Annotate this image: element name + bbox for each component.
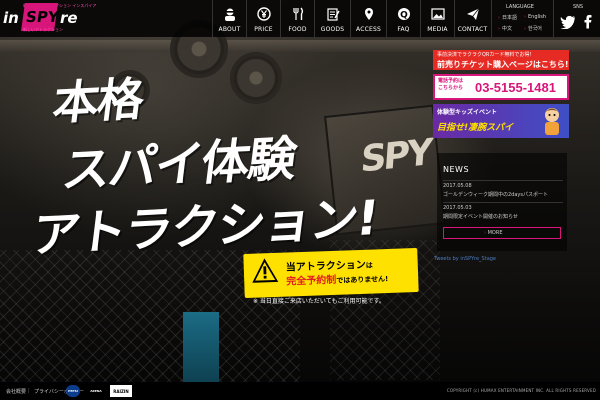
news-panel: NEWS 2017.05.08 ゴールデンウィーク期間中の2daysパスポート … <box>437 153 567 263</box>
notice-line-1-particle: は <box>365 261 373 270</box>
nav-label: ABOUT <box>218 26 241 33</box>
sns-links: SNS <box>553 0 600 37</box>
nav-item-contact[interactable]: CONTACT <box>454 0 490 37</box>
language-option-ko[interactable]: 한국어 <box>524 25 542 32</box>
logo-word-spy: SPY <box>24 8 60 26</box>
sponsor-name: ARENA <box>90 389 102 393</box>
news-item[interactable]: 2017.05.08 ゴールデンウィーク期間中の2daysパスポート <box>443 180 563 198</box>
logo-word-re: re <box>60 9 78 27</box>
question-icon: Q <box>397 8 410 21</box>
headline-line-1: 本格 <box>49 71 146 131</box>
kids-event-banner[interactable]: 体験型キッズイベント 目指せ!凄腕スパイ <box>433 104 569 138</box>
news-text: ゴールデンウィーク期間中の2daysパスポート <box>443 192 548 198</box>
footer-link-company[interactable]: 会社概要 <box>6 388 26 395</box>
phone-banner-label: 電話予約は こちらから <box>438 78 463 92</box>
spy-face-icon <box>224 8 235 21</box>
nav-label: FOOD <box>288 26 307 33</box>
kids-banner-subtitle: 体験型キッズイベント <box>437 109 498 116</box>
news-more-label: MORE <box>487 230 503 236</box>
nav-item-faq[interactable]: Q FAQ <box>386 0 420 37</box>
nav-item-access[interactable]: ACCESS <box>350 0 386 37</box>
nav-label: GOODS <box>320 26 345 33</box>
walk-in-notice: ※ 当日直接ご来店いただいてもご利用可能です。 <box>253 298 385 305</box>
sponsor-logo-raizin[interactable]: RAIZIN <box>110 385 132 397</box>
nav-item-about[interactable]: ABOUT <box>212 0 246 37</box>
kid-character-icon <box>545 108 559 135</box>
notice-line-2-rest: ではありません! <box>336 275 389 285</box>
sponsor-logo-pepsi[interactable]: PEPSI <box>66 385 80 397</box>
nav-label: MEDIA <box>427 26 448 33</box>
news-date: 2017.05.03 <box>443 205 472 211</box>
warning-icon <box>252 258 279 283</box>
notice-highlight: 完全予約制 <box>286 274 337 288</box>
reservation-notice: 当アトラクションは 完全予約制ではありません! <box>243 247 419 299</box>
yen-icon <box>256 7 271 21</box>
sponsor-name: PEPSI <box>68 389 78 393</box>
ticket-banner-subtext: 事前決済でラクラクQRカード無料でお得！ <box>437 52 535 58</box>
news-date: 2017.05.08 <box>443 183 472 189</box>
nav-label: FAQ <box>397 26 410 33</box>
logo-word-in: in <box>3 9 19 27</box>
site-logo[interactable]: 新宿スパイアトラクション インスパイア in SPY re 新しいアトラクション <box>3 3 98 33</box>
door-decoration <box>183 312 219 388</box>
image-icon <box>430 8 445 20</box>
phone-number: 03-5155-1481 <box>475 80 556 95</box>
site-footer: 会社概要 | プライバシーポリシー PEPSI ARENA RAIZIN COP… <box>0 382 600 400</box>
sponsor-logo-arena[interactable]: ARENA <box>86 385 106 397</box>
nav-item-media[interactable]: MEDIA <box>420 0 454 37</box>
news-item[interactable]: 2017.05.03 期間限定イベント開催のお知らせ <box>443 202 563 220</box>
language-option-ja[interactable]: 日本語 <box>498 14 517 21</box>
copyright: COPYRIGHT (c) HUMAX ENTERTAINMENT INC. A… <box>446 388 596 393</box>
footer-divider: | <box>28 388 30 394</box>
nav-item-goods[interactable]: GOODS <box>314 0 350 37</box>
main-nav: ABOUT PRICE FOOD GOODS ACCESS Q FAQ MEDI… <box>212 0 490 37</box>
facebook-icon[interactable] <box>584 14 592 29</box>
news-heading: NEWS <box>443 165 470 174</box>
sponsor-name: RAIZIN <box>113 388 129 394</box>
map-pin-icon <box>364 8 373 20</box>
kids-banner-title: 目指せ!凄腕スパイ <box>437 123 514 133</box>
news-text: 期間限定イベント開催のお知らせ <box>443 214 518 220</box>
site-header: 新宿スパイアトラクション インスパイア in SPY re 新しいアトラクション… <box>0 0 600 37</box>
twitter-icon[interactable] <box>560 15 576 29</box>
phone-reservation-banner[interactable]: 電話予約は こちらから 03-5155-1481 <box>433 74 569 100</box>
language-option-en[interactable]: English <box>524 14 546 20</box>
nav-item-price[interactable]: PRICE <box>246 0 280 37</box>
phone-banner-label-line1: 電話予約は <box>438 78 464 84</box>
advance-ticket-banner[interactable]: 事前決済でラクラクQRカード無料でお得！ 前売りチケット購入ページはこちら! <box>433 50 569 70</box>
notice-line-2: 完全予約制ではありません! <box>286 269 388 288</box>
notepad-icon <box>326 8 340 21</box>
ticket-banner-title: 前売りチケット購入ページはこちら! <box>437 60 569 69</box>
news-more-button[interactable]: › MORE <box>443 227 561 239</box>
nav-item-food[interactable]: FOOD <box>280 0 314 37</box>
svg-text:Q: Q <box>400 11 408 21</box>
nav-label: ACCESS <box>356 26 381 33</box>
phone-banner-label-line2: こちらから <box>438 85 464 91</box>
fork-knife-icon <box>292 7 303 20</box>
nav-label: PRICE <box>254 26 273 33</box>
language-option-zh[interactable]: 中文 <box>498 25 512 32</box>
logo-tagline-bottom: 新しいアトラクション <box>23 27 63 32</box>
language-title: LANGUAGE <box>506 4 534 10</box>
hero-headline: 本格 スパイ体験 アトラクション! <box>29 65 430 265</box>
tweets-link[interactable]: Tweets by inSPYre_Stage <box>434 256 496 262</box>
sns-title: SNS <box>573 4 584 10</box>
paper-plane-icon <box>466 8 479 20</box>
language-switcher: LANGUAGE 日本語 English 中文 한국어 <box>491 0 553 37</box>
nav-label: CONTACT <box>457 26 488 33</box>
